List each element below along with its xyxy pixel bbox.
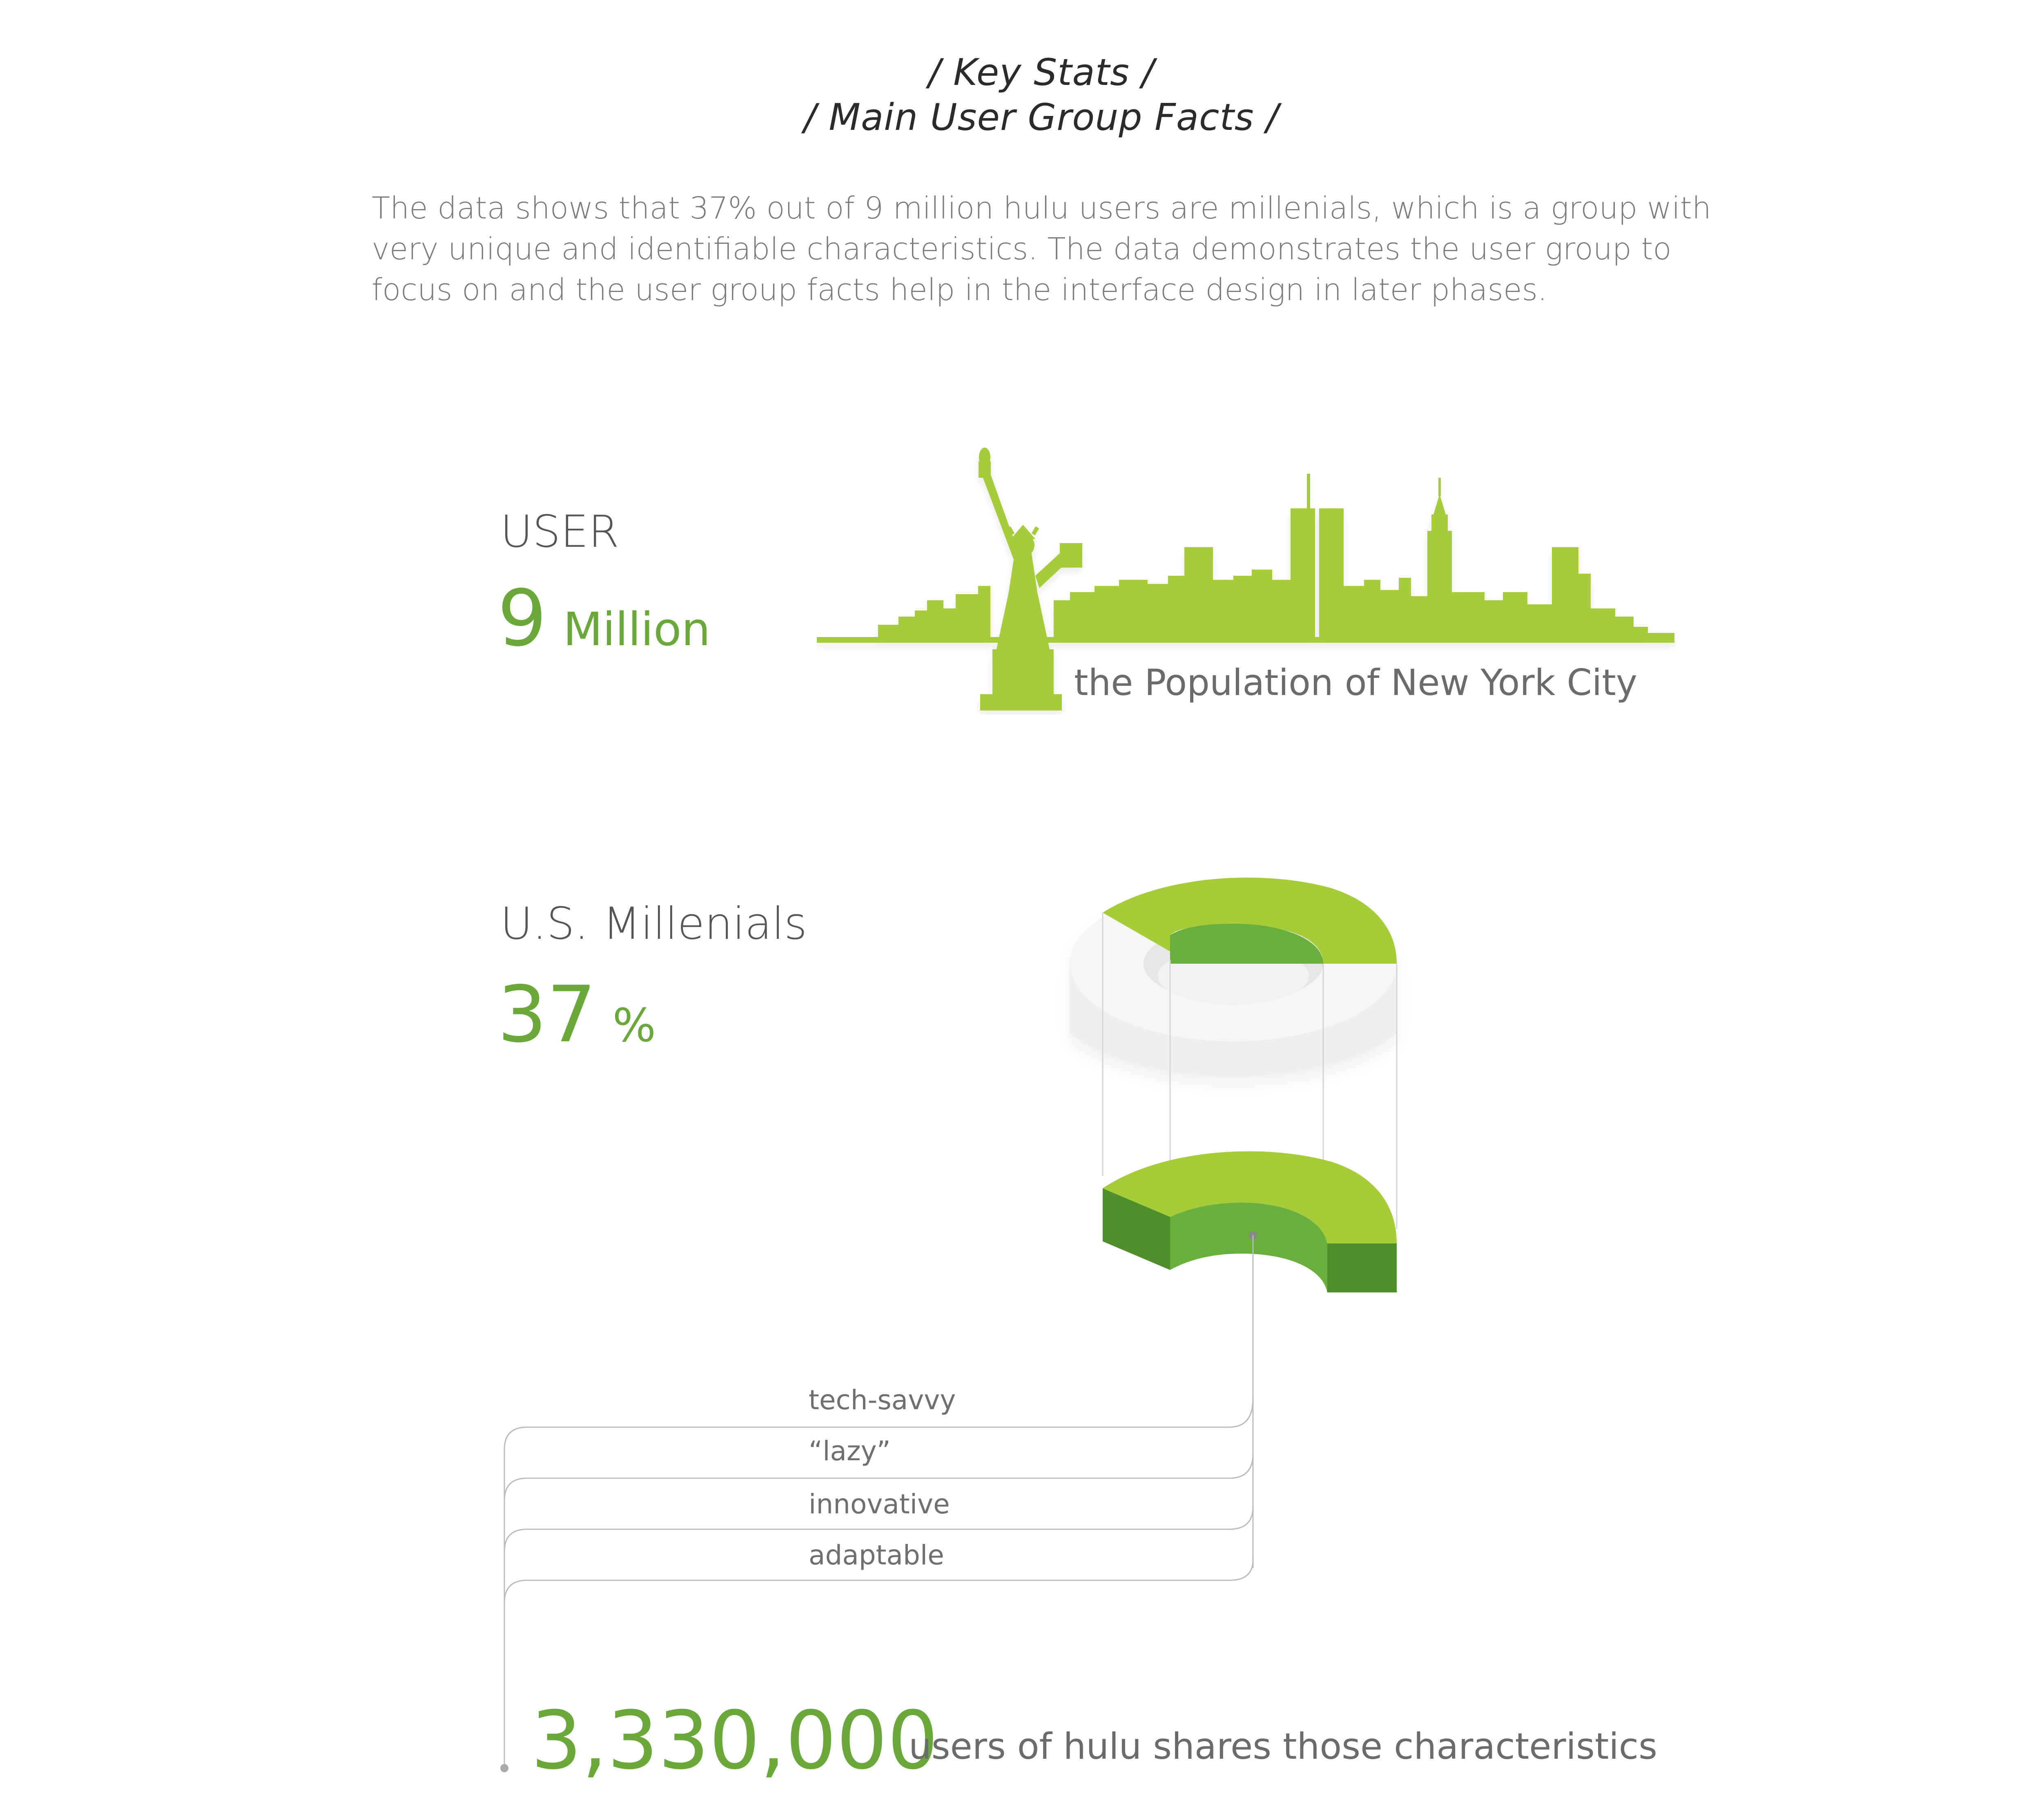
trait-label: tech-savvy [809,1384,956,1416]
millenial-segment-extracted [1103,1151,1397,1292]
trait-label: “lazy” [809,1435,891,1467]
donut-illustration [0,0,2042,1820]
result-value: 3,330,000 [531,1694,939,1787]
trait-label: adaptable [809,1539,944,1571]
result-description: users of hulu shares those characteristi… [909,1725,1658,1767]
trait-label: innovative [809,1488,950,1520]
connector-end-dot [500,1764,508,1772]
